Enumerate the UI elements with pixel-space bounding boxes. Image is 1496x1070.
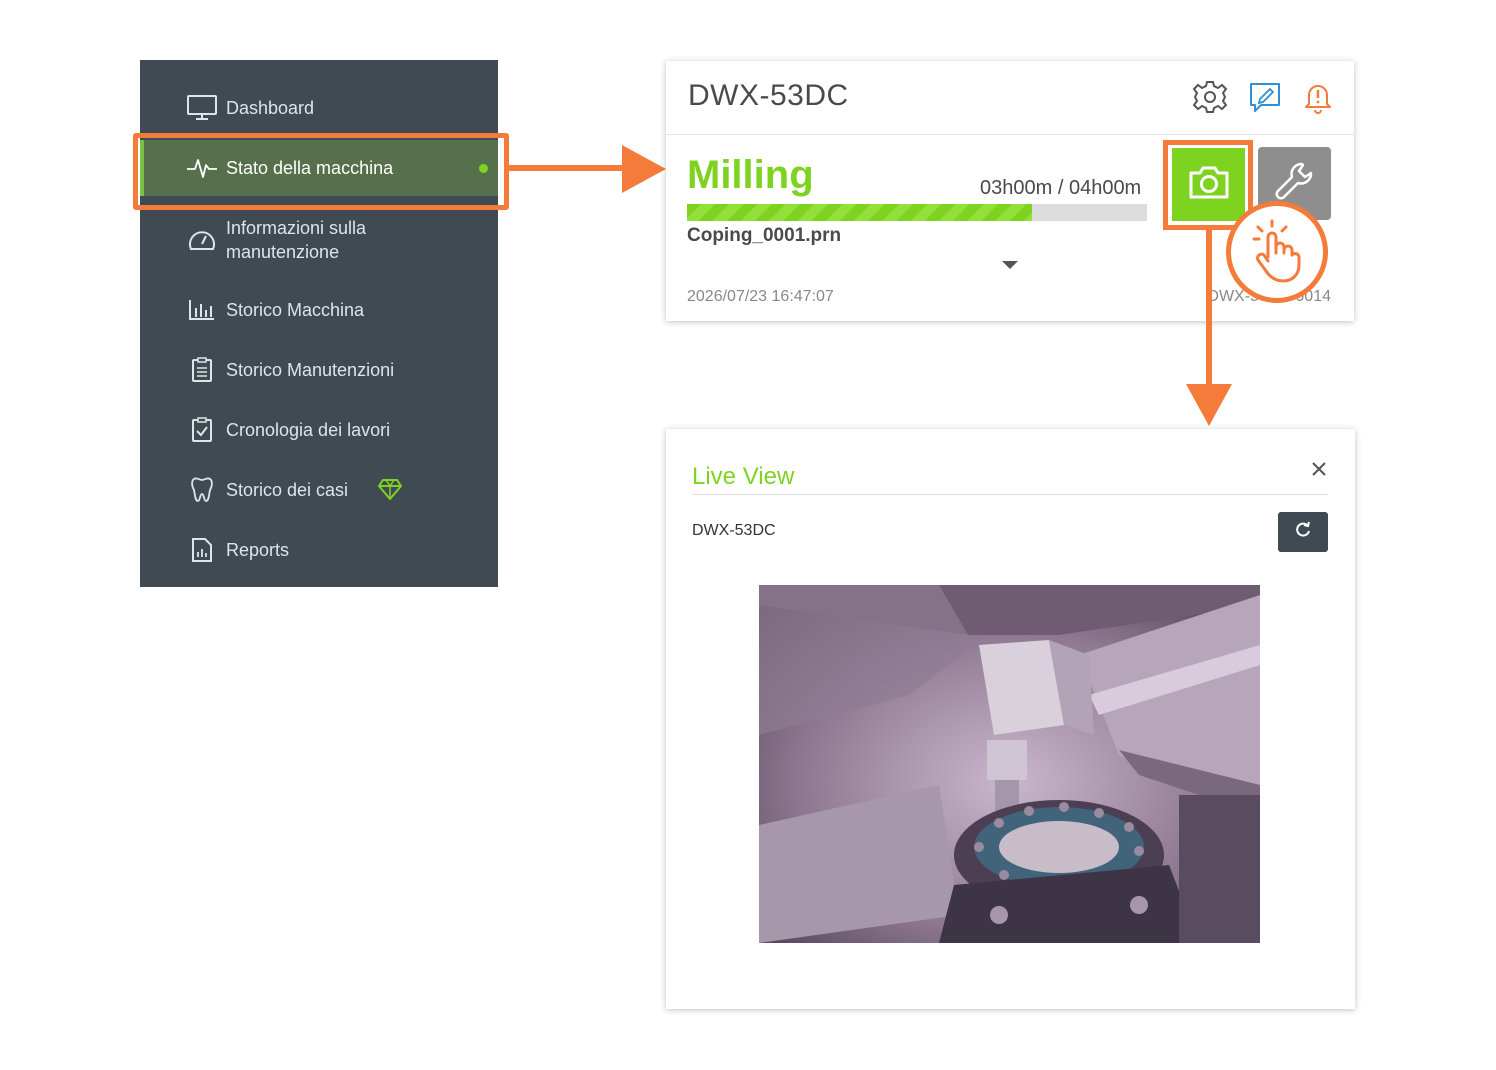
sidebar-item-informazioni-manutenzione[interactable]: Informazioni sulla manutenzione — [140, 212, 498, 268]
arrow-down — [1206, 228, 1212, 388]
sidebar-item-reports[interactable]: Reports — [140, 530, 498, 570]
live-view-modal: Live View DWX-53DC — [666, 429, 1355, 1009]
sidebar-item-label: Reports — [226, 540, 290, 560]
clipboard-check-icon — [186, 414, 218, 446]
report-icon — [186, 534, 218, 566]
diamond-icon — [377, 478, 403, 505]
sidebar-item-storico-casi[interactable]: Storico dei casi — [140, 470, 498, 510]
sidebar: Dashboard Stato della macchina Informazi… — [140, 60, 498, 587]
edit-note-icon[interactable] — [1247, 79, 1283, 115]
bar-chart-icon — [186, 294, 218, 326]
sidebar-item-label: Dashboard — [226, 98, 315, 118]
modal-device-name: DWX-53DC — [692, 522, 776, 539]
sidebar-item-cronologia-lavori[interactable]: Cronologia dei lavori — [140, 410, 498, 450]
clipboard-list-icon — [186, 354, 218, 386]
chevron-down-icon[interactable] — [1002, 261, 1018, 269]
job-file-name: Coping_0001.prn — [687, 225, 842, 246]
arrow-down-head — [1186, 384, 1232, 426]
sidebar-item-dashboard[interactable]: Dashboard — [140, 88, 498, 128]
machine-title: DWX-53DC — [688, 79, 849, 112]
monitor-icon — [186, 92, 218, 124]
job-progress-bar — [687, 204, 1147, 221]
refresh-icon — [1294, 521, 1312, 544]
tap-hand-icon — [1226, 201, 1328, 303]
elapsed-time: 03h00m / 04h00m — [980, 177, 1142, 199]
live-camera-image — [759, 585, 1260, 943]
pulse-icon — [186, 152, 218, 184]
card-divider — [666, 134, 1354, 135]
sidebar-item-label: Storico Macchina — [226, 300, 365, 320]
active-indicator-dot — [479, 163, 488, 173]
job-progress-fill — [687, 204, 1032, 221]
arrow-right — [505, 165, 630, 171]
arrow-right-head — [622, 145, 666, 193]
close-icon[interactable] — [1309, 459, 1329, 479]
sidebar-item-storico-macchina[interactable]: Storico Macchina — [140, 290, 498, 330]
sidebar-item-storico-manutenzioni[interactable]: Storico Manutenzioni — [140, 350, 498, 390]
job-timestamp: 2026/07/23 16:47:07 — [687, 288, 834, 305]
tooth-icon — [186, 474, 218, 506]
gear-icon[interactable] — [1192, 79, 1228, 115]
sidebar-item-label: Storico dei casi — [226, 480, 349, 500]
bell-alert-icon[interactable] — [1300, 79, 1336, 115]
machine-status: Milling — [687, 153, 814, 197]
modal-title: Live View — [692, 463, 795, 490]
sidebar-item-label: Stato della macchina — [226, 158, 394, 178]
sidebar-item-stato-macchina[interactable]: Stato della macchina — [140, 140, 498, 196]
refresh-button[interactable] — [1278, 512, 1328, 552]
sidebar-item-label: Informazioni sulla manutenzione — [226, 218, 367, 262]
modal-divider — [692, 494, 1328, 495]
sidebar-item-label: Cronologia dei lavori — [226, 420, 391, 440]
gauge-icon — [186, 224, 218, 256]
sidebar-item-label: Storico Manutenzioni — [226, 360, 395, 380]
